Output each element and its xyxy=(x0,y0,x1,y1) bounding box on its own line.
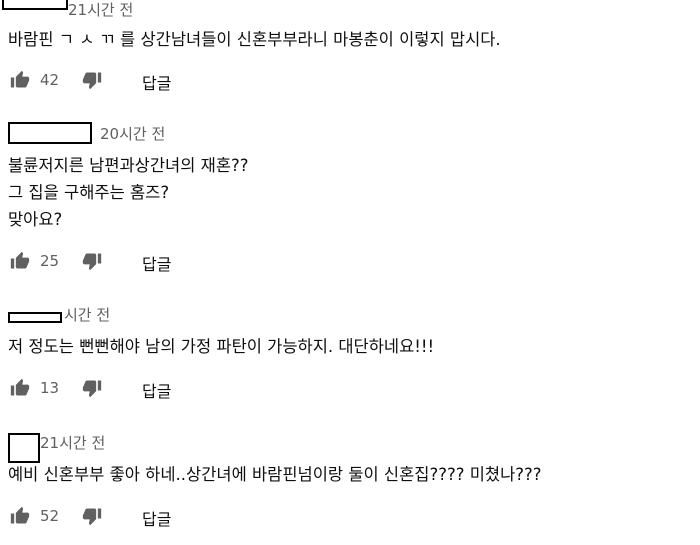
comment-header: 21시간 전 xyxy=(0,0,300,24)
dislike-button[interactable] xyxy=(80,68,104,92)
comment-header: 21시간 전 xyxy=(0,431,300,463)
thumb-down-icon xyxy=(82,380,102,398)
thumb-down-icon xyxy=(82,253,102,271)
like-count: 25 xyxy=(40,252,60,270)
thumb-down-icon xyxy=(82,508,102,526)
comment-text: 저 정도는 뻔뻔해야 남의 가정 파탄이 가능하지. 대단하네요!!! xyxy=(8,337,435,356)
comment-text: 불륜저지른 남편과상간녀의 재혼?? 그 집을 구해주는 홈즈? 맞아요? xyxy=(8,156,249,229)
dislike-button[interactable] xyxy=(80,376,104,400)
author-name-redacted xyxy=(2,0,68,10)
like-button[interactable] xyxy=(8,504,32,528)
comment-actions: 52 답글 xyxy=(8,504,208,530)
comment-text: 바람핀 ㄱ ㅅ ㄲ 를 상간남녀들이 신혼부부라니 마봉춘이 이렇지 맙시다. xyxy=(8,30,501,49)
thumb-down-icon xyxy=(82,72,102,90)
comment-timestamp[interactable]: 21시간 전 xyxy=(68,0,133,20)
comment-timestamp[interactable]: 20시간 전 xyxy=(100,123,165,144)
comment-actions: 42 답글 xyxy=(8,68,208,94)
reply-button[interactable]: 답글 xyxy=(142,378,171,402)
comment-timestamp[interactable]: 시간 전 xyxy=(64,304,110,325)
like-button[interactable] xyxy=(8,376,32,400)
reply-button[interactable]: 답글 xyxy=(142,70,171,94)
comment-text: 예비 신혼부부 좋아 하네..상간녀에 바람핀넘이랑 둘이 신혼집???? 미쳤… xyxy=(8,465,542,484)
comment-header: 시간 전 xyxy=(0,303,300,327)
dislike-button[interactable] xyxy=(80,249,104,273)
like-count: 42 xyxy=(40,71,60,89)
author-name-redacted xyxy=(8,312,62,323)
thumb-up-icon xyxy=(10,506,30,524)
thumb-up-icon xyxy=(10,251,30,269)
like-count: 13 xyxy=(40,379,60,397)
author-name-redacted xyxy=(8,122,92,144)
comment-timestamp[interactable]: 21시간 전 xyxy=(40,432,105,453)
dislike-button[interactable] xyxy=(80,504,104,528)
reply-button[interactable]: 답글 xyxy=(142,251,171,275)
comment-actions: 13 답글 xyxy=(8,376,208,402)
comment-header: 20시간 전 xyxy=(0,122,300,146)
like-count: 52 xyxy=(40,507,60,525)
like-button[interactable] xyxy=(8,68,32,92)
author-name-redacted xyxy=(8,433,40,463)
thumb-up-icon xyxy=(10,378,30,396)
like-button[interactable] xyxy=(8,249,32,273)
reply-button[interactable]: 답글 xyxy=(142,506,171,530)
thumb-up-icon xyxy=(10,70,30,88)
comment-actions: 25 답글 xyxy=(8,249,208,275)
